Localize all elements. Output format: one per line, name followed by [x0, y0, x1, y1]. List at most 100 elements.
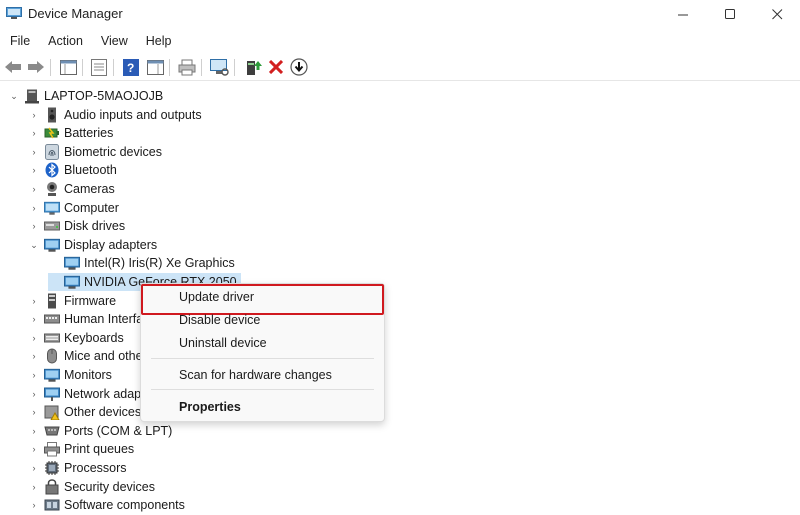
tree-item[interactable]: › Firmware [28, 292, 116, 310]
minimize-button[interactable] [660, 0, 706, 28]
tree-root[interactable]: ⌄ LAPTOP-5MAOJOJB [8, 87, 163, 105]
menu-separator [151, 389, 374, 390]
tree-item-label: Security devices [64, 480, 156, 494]
menu-action[interactable]: Action [38, 31, 91, 53]
chevron-right-icon[interactable]: › [28, 350, 40, 362]
tree-item[interactable]: › Ports (COM & LPT) [28, 422, 173, 440]
forward-icon [28, 61, 44, 73]
tree-item-label: Ports (COM & LPT) [64, 424, 173, 438]
disable-device-button[interactable] [289, 57, 309, 77]
chevron-right-icon[interactable]: › [28, 406, 40, 418]
chevron-right-icon[interactable]: › [28, 295, 40, 307]
properties-icon [91, 58, 107, 76]
tree-item-label: Audio inputs and outputs [64, 108, 202, 122]
toolbar: ? [0, 54, 800, 81]
print-icon [178, 59, 196, 75]
chevron-right-icon[interactable]: › [28, 462, 40, 474]
disable-device-icon [290, 58, 308, 76]
tree-item-label: Firmware [64, 294, 117, 308]
battery-icon [44, 125, 60, 141]
close-icon [771, 8, 782, 19]
tree-item[interactable]: › Software components [28, 496, 185, 514]
update-driver-icon [246, 60, 262, 75]
printer-icon [44, 441, 60, 457]
show-hide-console-tree-button[interactable] [58, 57, 78, 77]
context-menu: Update driver Disable device Uninstall d… [140, 283, 385, 422]
chevron-right-icon[interactable]: › [28, 183, 40, 195]
fingerprint-icon [44, 144, 60, 160]
chevron-right-icon[interactable]: › [28, 425, 40, 437]
chevron-right-icon[interactable]: › [28, 313, 40, 325]
tree-child-item[interactable]: Intel(R) Iris(R) Xe Graphics [48, 254, 235, 272]
tree-item[interactable]: › Processors [28, 459, 127, 477]
menu-view[interactable]: View [91, 31, 136, 53]
tree-item[interactable]: › Computer [28, 199, 119, 217]
chevron-right-icon[interactable]: › [28, 369, 40, 381]
tree-item[interactable]: › Security devices [28, 478, 155, 496]
action-pane-button[interactable] [145, 57, 165, 77]
camera-icon [44, 181, 60, 197]
forward-button[interactable] [26, 57, 46, 77]
chevron-right-icon[interactable]: › [28, 388, 40, 400]
tree-root-label: LAPTOP-5MAOJOJB [44, 89, 164, 103]
menu-disable-device[interactable]: Disable device [179, 313, 260, 327]
menu-uninstall-device[interactable]: Uninstall device [179, 336, 267, 350]
menu-help[interactable]: Help [136, 31, 180, 53]
tree-item[interactable]: › Cameras [28, 180, 115, 198]
tree-item[interactable]: › Batteries [28, 124, 114, 142]
menu-properties[interactable]: Properties [179, 400, 241, 414]
tree-item[interactable]: › Mice and othe [28, 347, 143, 365]
update-driver-button[interactable] [243, 57, 263, 77]
chevron-right-icon[interactable]: › [28, 499, 40, 511]
back-button[interactable] [3, 57, 23, 77]
tree-item[interactable]: › Keyboards [28, 329, 124, 347]
tree-item-label: Processors [64, 461, 127, 475]
tree-item[interactable]: › Biometric devices [28, 143, 162, 161]
display-adapter-icon [64, 255, 80, 271]
scan-hardware-button[interactable] [209, 57, 229, 77]
close-button[interactable] [754, 0, 800, 28]
device-manager-icon [6, 7, 22, 19]
tree-item[interactable]: › Print queues [28, 440, 134, 458]
tree-item-label: Display adapters [64, 238, 158, 252]
chevron-right-icon[interactable]: › [28, 481, 40, 493]
tree-item[interactable]: › Other devices [28, 403, 141, 421]
menu-scan-hardware[interactable]: Scan for hardware changes [179, 368, 332, 382]
tree-item[interactable]: › Disk drives [28, 217, 126, 235]
menu-separator [151, 358, 374, 359]
display-adapter-icon [64, 274, 80, 290]
uninstall-button[interactable] [266, 57, 286, 77]
tree-item-label: Other devices [64, 405, 142, 419]
chevron-right-icon[interactable]: › [28, 202, 40, 214]
properties-button[interactable] [89, 57, 109, 77]
tree-item-label: Biometric devices [64, 145, 162, 159]
menu-bar: File Action View Help [0, 31, 800, 53]
chevron-down-icon[interactable]: ⌄ [8, 90, 20, 102]
tree-item[interactable]: › Network adap [28, 385, 141, 403]
print-button[interactable] [177, 57, 197, 77]
tree-item[interactable]: › Audio inputs and outputs [28, 106, 202, 124]
firmware-icon [44, 293, 60, 309]
chevron-right-icon[interactable]: › [28, 164, 40, 176]
chevron-right-icon[interactable]: › [28, 220, 40, 232]
tree-item[interactable]: › Bluetooth [28, 161, 117, 179]
minimize-icon [677, 14, 688, 15]
chevron-right-icon[interactable]: › [28, 127, 40, 139]
menu-update-driver[interactable]: Update driver [179, 290, 254, 304]
tree-item-label: Cameras [64, 182, 115, 196]
chevron-right-icon[interactable]: › [28, 443, 40, 455]
menu-file[interactable]: File [0, 31, 38, 53]
maximize-button[interactable] [707, 0, 753, 28]
device-tree: ⌄ LAPTOP-5MAOJOJB › Audio inputs and outp… [0, 84, 800, 515]
show-hide-console-tree-icon [59, 59, 77, 75]
monitor-icon [44, 237, 60, 253]
tree-item[interactable]: ⌄ Display adapters [28, 236, 157, 254]
tree-item-label: Monitors [64, 368, 112, 382]
chevron-right-icon[interactable]: › [28, 146, 40, 158]
tree-item[interactable]: › Monitors [28, 366, 112, 384]
tree-item[interactable]: › Human Interfa [28, 310, 144, 328]
chevron-right-icon[interactable]: › [28, 332, 40, 344]
chevron-down-icon[interactable]: ⌄ [28, 239, 40, 251]
help-button[interactable]: ? [121, 57, 141, 77]
chevron-right-icon[interactable]: › [28, 109, 40, 121]
